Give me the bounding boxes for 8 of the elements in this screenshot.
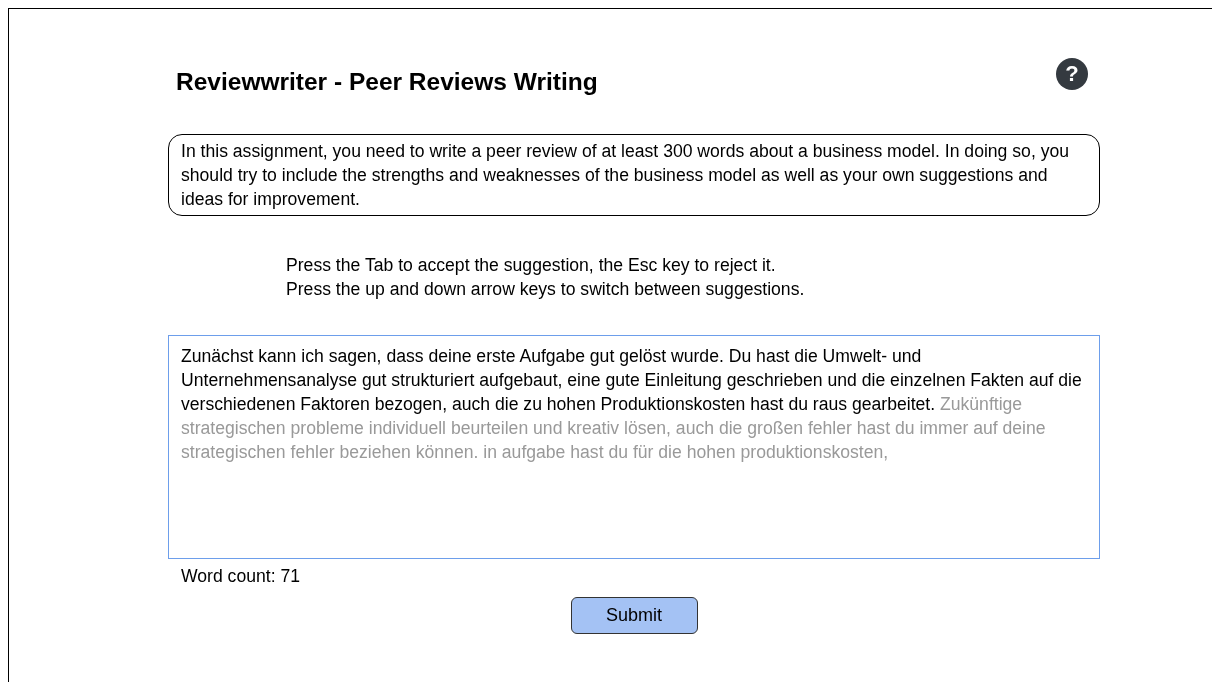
help-button[interactable]: ?	[1056, 58, 1088, 90]
review-field[interactable]: Zunächst kann ich sagen, dass deine erste Aufgabe gut gelöst wurde. Du hast die Umwelt- und Unternehmensanalyse gut strukturiert aufgebaut, eine gute Einleitung geschrieben und die einzelnen Fakten auf die verschiedenen Faktoren bezogen, auch die zu hohen Produktionskosten hast du raus gearbeitet. Zukünftige strategischen probleme individuell beurteilen und kreativ lösen, auch die großen fehler hast du immer auf deine strategischen fehler beziehen können. in aufgabe hast du für die hohen produktionskosten,	[168, 335, 1100, 559]
word-count: Word count: 71	[181, 566, 301, 587]
page-title: Reviewwriter - Peer Reviews Writing	[176, 68, 598, 96]
submit-button[interactable]: Submit	[570, 597, 698, 634]
assignment-text: In this assignment, you need to write a peer review of at least 300 words about a business model. In doing so, you should try to include the strengths and weaknesses of the business model as well as your own suggestions and ideas for improvement.	[168, 134, 1100, 216]
hint-text: Press the Tab to accept the suggestion, the Esc key to reject it.	[286, 254, 777, 277]
hint-text: Press the up and down arrow keys to switch between suggestions.	[286, 278, 806, 301]
